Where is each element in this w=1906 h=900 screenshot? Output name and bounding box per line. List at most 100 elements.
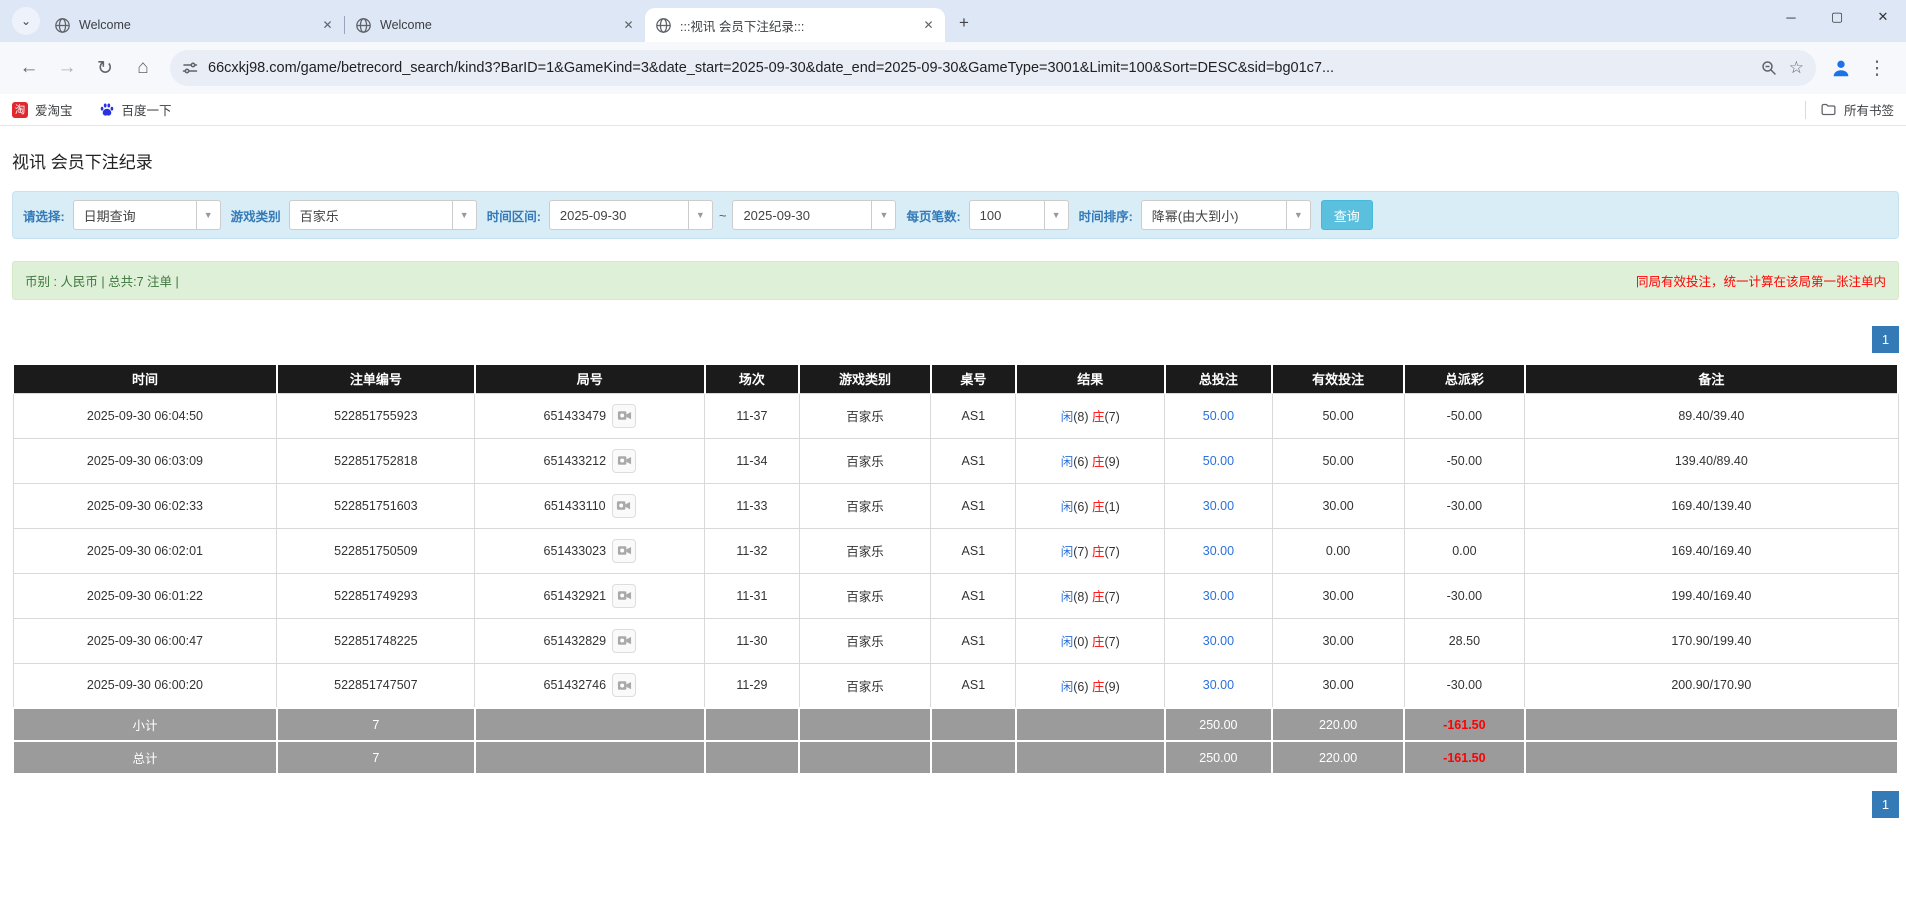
cell-session: 11-31 — [705, 573, 799, 618]
total-bet-link[interactable]: 30.00 — [1203, 499, 1234, 513]
tab-welcome-1[interactable]: Welcome ✕ — [44, 8, 344, 42]
search-button[interactable]: 查询 — [1321, 200, 1373, 230]
tab-title: Welcome — [380, 18, 614, 32]
per-page-label: 每页笔数: — [906, 206, 960, 225]
date-start-select[interactable]: 2025-09-30 ▼ — [549, 200, 713, 230]
close-icon[interactable]: ✕ — [920, 17, 937, 34]
cell-time: 2025-09-30 06:02:33 — [13, 483, 277, 528]
forward-icon[interactable]: → — [50, 51, 84, 85]
site-info-icon[interactable] — [182, 60, 198, 76]
total-bet-link[interactable]: 50.00 — [1203, 409, 1234, 423]
cell-remark: 139.40/89.40 — [1525, 438, 1898, 483]
close-icon[interactable]: ✕ — [319, 17, 336, 34]
video-icon[interactable] — [612, 404, 636, 428]
new-tab-button[interactable]: + — [951, 10, 977, 36]
globe-icon — [355, 17, 372, 34]
video-icon[interactable] — [612, 539, 636, 563]
bet-records-table: 时间 注单编号 局号 场次 游戏类别 桌号 结果 总投注 有效投注 总派彩 备注… — [12, 365, 1899, 775]
total-label: 总计 — [13, 741, 277, 774]
video-icon[interactable] — [612, 584, 636, 608]
back-icon[interactable]: ← — [12, 51, 46, 85]
chevron-down-icon: ▼ — [688, 201, 712, 229]
total-bet-link[interactable]: 30.00 — [1203, 678, 1234, 692]
zoom-icon[interactable] — [1761, 60, 1777, 76]
cell-result: 闲(6) 庄(9) — [1016, 663, 1165, 708]
globe-icon — [54, 17, 71, 34]
profile-avatar-icon[interactable] — [1824, 51, 1858, 85]
cell-session: 11-32 — [705, 528, 799, 573]
date-end-select[interactable]: 2025-09-30 ▼ — [732, 200, 896, 230]
cell-time: 2025-09-30 06:01:22 — [13, 573, 277, 618]
video-icon[interactable] — [612, 494, 636, 518]
header-payout: 总派彩 — [1404, 365, 1525, 393]
cell-session: 11-29 — [705, 663, 799, 708]
address-bar[interactable]: 66cxkj98.com/game/betrecord_search/kind3… — [170, 50, 1816, 86]
video-icon[interactable] — [612, 629, 636, 653]
total-valid-bet: 220.00 — [1272, 741, 1404, 774]
cell-game: 百家乐 — [799, 393, 931, 438]
cell-total-bet: 30.00 — [1165, 573, 1272, 618]
video-icon[interactable] — [612, 449, 636, 473]
game-type-select[interactable]: 百家乐 ▼ — [289, 200, 477, 230]
minimize-button[interactable]: ─ — [1768, 0, 1814, 34]
header-round: 局号 — [475, 365, 705, 393]
filter-panel: 请选择: 日期查询 ▼ 游戏类别 百家乐 ▼ 时间区间: 2025-09-30 … — [12, 191, 1899, 239]
cell-remark: 169.40/169.40 — [1525, 528, 1898, 573]
video-icon[interactable] — [612, 673, 636, 697]
cell-round: 651432921 — [475, 573, 705, 618]
cell-payout: -30.00 — [1404, 663, 1525, 708]
page-1-button[interactable]: 1 — [1872, 326, 1899, 353]
close-icon[interactable]: ✕ — [620, 17, 637, 34]
bookmark-label: 百度一下 — [122, 100, 172, 119]
chevron-down-icon: ▼ — [871, 201, 895, 229]
cell-valid-bet: 50.00 — [1272, 393, 1404, 438]
cell-payout: -50.00 — [1404, 438, 1525, 483]
query-type-select[interactable]: 日期查询 ▼ — [73, 200, 221, 230]
bookmark-aitaobao[interactable]: 淘 爱淘宝 — [12, 100, 73, 119]
note-text: 同局有效投注，统一计算在该局第一张注单内 — [1636, 271, 1886, 290]
all-bookmarks-button[interactable]: 所有书签 — [1820, 100, 1894, 119]
time-range-label: 时间区间: — [487, 206, 541, 225]
cell-result: 闲(6) 庄(9) — [1016, 438, 1165, 483]
maximize-button[interactable]: ▢ — [1814, 0, 1860, 34]
game-type-label: 游戏类别 — [231, 206, 281, 225]
cell-remark: 169.40/139.40 — [1525, 483, 1898, 528]
chevron-down-icon: ▼ — [196, 201, 220, 229]
menu-dots-icon[interactable]: ⋮ — [1860, 51, 1894, 85]
cell-remark: 89.40/39.40 — [1525, 393, 1898, 438]
cell-table-no: AS1 — [931, 483, 1016, 528]
table-row: 2025-09-30 06:00:20 522851747507 6514327… — [13, 663, 1898, 708]
table-row: 2025-09-30 06:02:33 522851751603 6514331… — [13, 483, 1898, 528]
per-page-select[interactable]: 100 ▼ — [969, 200, 1069, 230]
window-controls: ─ ▢ ✕ — [1768, 0, 1906, 34]
home-icon[interactable]: ⌂ — [126, 51, 160, 85]
total-bet-link[interactable]: 50.00 — [1203, 454, 1234, 468]
cell-round: 651433023 — [475, 528, 705, 573]
close-window-button[interactable]: ✕ — [1860, 0, 1906, 34]
url-text[interactable]: 66cxkj98.com/game/betrecord_search/kind3… — [208, 60, 1749, 76]
cell-round: 651433479 — [475, 393, 705, 438]
tilde-separator: ~ — [719, 208, 727, 223]
cell-game: 百家乐 — [799, 573, 931, 618]
tab-search-button[interactable]: ⌄ — [12, 7, 40, 35]
bookmark-star-icon[interactable]: ☆ — [1789, 58, 1804, 78]
sort-select[interactable]: 降幂(由大到小) ▼ — [1141, 200, 1311, 230]
tab-strip: ⌄ Welcome ✕ Welcome ✕ :::视讯 会员下注纪录::: ✕ … — [0, 0, 1906, 42]
bookmark-baidu[interactable]: 百度一下 — [99, 100, 172, 119]
page-1-button[interactable]: 1 — [1872, 791, 1899, 818]
subtotal-payout: -161.50 — [1404, 708, 1525, 741]
cell-valid-bet: 50.00 — [1272, 438, 1404, 483]
total-bet-link[interactable]: 30.00 — [1203, 589, 1234, 603]
cell-bet-id: 522851748225 — [277, 618, 475, 663]
tab-bet-records[interactable]: :::视讯 会员下注纪录::: ✕ — [645, 8, 945, 42]
bookmarks-separator — [1805, 101, 1806, 119]
reload-icon[interactable]: ↻ — [88, 51, 122, 85]
total-bet-link[interactable]: 30.00 — [1203, 634, 1234, 648]
globe-icon — [655, 17, 672, 34]
tab-welcome-2[interactable]: Welcome ✕ — [345, 8, 645, 42]
total-bet-link[interactable]: 30.00 — [1203, 544, 1234, 558]
cell-payout: -30.00 — [1404, 483, 1525, 528]
cell-valid-bet: 30.00 — [1272, 573, 1404, 618]
cell-session: 11-37 — [705, 393, 799, 438]
all-bookmarks-label: 所有书签 — [1844, 100, 1894, 119]
